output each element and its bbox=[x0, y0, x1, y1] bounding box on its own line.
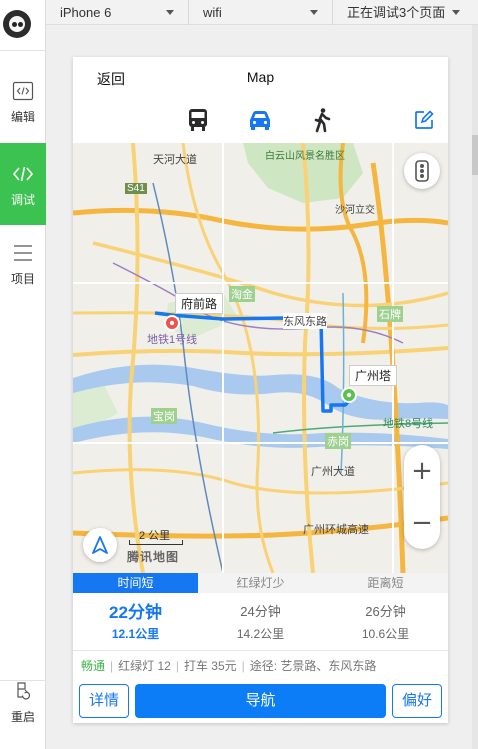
route-option-2[interactable]: 24分钟 14.2公里 bbox=[198, 593, 323, 651]
avatar[interactable] bbox=[3, 10, 31, 38]
route-map[interactable]: 白云山风景名胜区 天河大道 东风东路 淘金 石牌 宝岗 赤岗 广州大道 地铁1号… bbox=[73, 143, 448, 573]
device-select[interactable]: iPhone 6 bbox=[46, 0, 189, 25]
debug-toolbar: iPhone 6 wifi 正在调试3个页面 bbox=[46, 0, 478, 25]
device-select-value: iPhone 6 bbox=[60, 5, 112, 20]
map-label: 地铁8号线 bbox=[383, 418, 434, 430]
network-select-value: wifi bbox=[203, 5, 222, 20]
zoom-out-button[interactable]: − bbox=[404, 497, 440, 549]
map-label: 广州大道 bbox=[311, 466, 355, 478]
sidebar-item-label: 项目 bbox=[10, 272, 35, 286]
tab-shortest-distance[interactable]: 距离短 bbox=[323, 573, 448, 593]
route-option-3[interactable]: 26分钟 10.6公里 bbox=[323, 593, 448, 651]
sidebar-item-restart[interactable]: 重启 bbox=[0, 660, 46, 742]
map-label: 沙河立交 bbox=[335, 205, 375, 216]
destination-label: 广州塔 bbox=[349, 365, 398, 386]
map-canvas bbox=[73, 143, 448, 573]
map-label: 赤岗 bbox=[325, 433, 351, 449]
navigate-button[interactable]: 导航 bbox=[135, 684, 386, 718]
travel-mode-bar bbox=[73, 99, 448, 143]
avatar-eye-right bbox=[18, 22, 23, 27]
traffic-light-icon bbox=[415, 160, 429, 182]
preference-button[interactable]: 偏好 bbox=[392, 684, 442, 718]
traffic-toggle-button[interactable] bbox=[404, 153, 440, 189]
list-icon bbox=[14, 245, 32, 261]
chevron-down-icon bbox=[166, 10, 174, 15]
page-title: Map bbox=[246, 69, 275, 85]
sidebar-item-project[interactable]: 项目 bbox=[0, 222, 46, 304]
sidebar-item-debug[interactable]: 调试 bbox=[0, 143, 46, 225]
sidebar: 编辑 调试 项目 重启 bbox=[0, 0, 46, 749]
map-label: 地铁1号线 bbox=[147, 334, 198, 346]
detail-button[interactable]: 详情 bbox=[79, 684, 129, 718]
code-icon bbox=[12, 166, 34, 182]
sidebar-divider bbox=[0, 50, 46, 51]
navigation-arrow-icon bbox=[92, 536, 108, 554]
route-time: 24分钟 bbox=[240, 604, 281, 619]
walk-icon[interactable] bbox=[309, 107, 335, 133]
nav-bar: 返回 Map bbox=[73, 57, 448, 99]
sidebar-item-edit[interactable]: 编辑 bbox=[0, 60, 46, 142]
restart-icon bbox=[17, 682, 31, 700]
debug-pages-select[interactable]: 正在调试3个页面 bbox=[333, 0, 472, 25]
sidebar-item-label: 编辑 bbox=[10, 110, 35, 124]
taxi-fare: 打车 35元 bbox=[183, 659, 237, 673]
map-label: 白云山风景名胜区 bbox=[265, 151, 345, 162]
map-scale-bar bbox=[129, 540, 183, 545]
route-time: 22分钟 bbox=[109, 603, 162, 622]
scrollbar-thumb[interactable] bbox=[472, 135, 478, 175]
edit-icon[interactable] bbox=[413, 109, 435, 131]
phone-simulator: 返回 Map 白云山风景名胜区 天河大道 东风东路 淘金 石牌 宝岗 赤岗 广州… bbox=[73, 57, 448, 723]
chevron-down-icon bbox=[310, 10, 318, 15]
tab-fewer-lights[interactable]: 红绿灯少 bbox=[198, 573, 323, 593]
bus-icon[interactable] bbox=[185, 107, 211, 133]
route-distance: 12.1公里 bbox=[111, 627, 160, 641]
route-info: 畅通 | 红绿灯 12 | 打车 35元 | 途径: 艺景路、东风东路 bbox=[81, 659, 377, 673]
zoom-in-button[interactable]: + bbox=[404, 445, 440, 497]
map-label: 天河大道 bbox=[153, 154, 197, 166]
map-label: 宝岗 bbox=[151, 408, 177, 424]
map-label: S41 bbox=[125, 183, 147, 194]
route-tabs: 时间短 红绿灯少 距离短 bbox=[73, 573, 448, 593]
traffic-lights-count: 红绿灯 12 bbox=[118, 659, 171, 673]
route-options: 22分钟 12.1公里 24分钟 14.2公里 26分钟 10.6公里 bbox=[73, 593, 448, 651]
origin-label: 府前路 bbox=[175, 293, 224, 314]
tab-shortest-time[interactable]: 时间短 bbox=[73, 573, 198, 593]
map-label: 东风东路 bbox=[283, 313, 327, 329]
avatar-eye-left bbox=[12, 22, 17, 27]
route-time: 26分钟 bbox=[365, 604, 406, 619]
route-option-1[interactable]: 22分钟 12.1公里 bbox=[73, 593, 198, 651]
route-distance: 10.6公里 bbox=[361, 627, 410, 641]
chevron-down-icon bbox=[452, 10, 460, 15]
debug-pages-value: 正在调试3个页面 bbox=[347, 5, 446, 20]
sidebar-item-label: 重启 bbox=[10, 710, 35, 724]
traffic-status: 畅通 bbox=[81, 659, 106, 673]
code-box-icon bbox=[12, 81, 34, 101]
map-label: 广州环城高速 bbox=[303, 524, 369, 536]
action-buttons: 详情 导航 偏好 bbox=[73, 683, 448, 719]
scrollbar[interactable] bbox=[472, 25, 478, 749]
route-distance: 14.2公里 bbox=[236, 627, 285, 641]
zoom-control: + − bbox=[404, 445, 440, 549]
car-icon[interactable] bbox=[247, 107, 273, 133]
map-logo: 腾讯地图 bbox=[127, 550, 180, 564]
map-label: 淘金 bbox=[229, 286, 255, 302]
route-via: 途径: 艺景路、东风东路 bbox=[249, 659, 377, 673]
locate-button[interactable] bbox=[83, 528, 117, 562]
map-label: 石牌 bbox=[377, 306, 403, 322]
network-select[interactable]: wifi bbox=[189, 0, 333, 25]
sidebar-item-label: 调试 bbox=[10, 193, 35, 207]
